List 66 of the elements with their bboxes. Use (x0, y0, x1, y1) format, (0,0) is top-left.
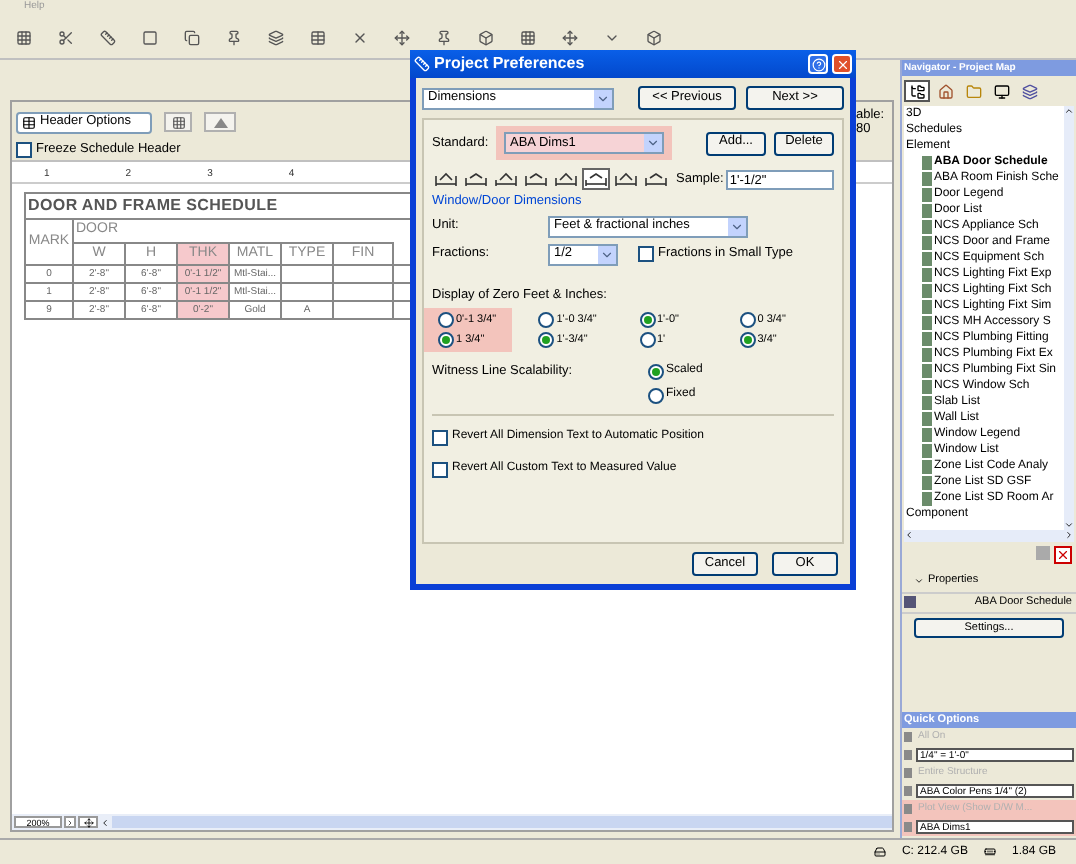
help-icon (811, 57, 825, 71)
radio-button[interactable] (538, 331, 555, 348)
scroll-left-icon[interactable] (904, 530, 914, 540)
dimension-style-icon[interactable] (552, 168, 580, 190)
tool-icon[interactable] (268, 29, 284, 45)
radio-button[interactable] (648, 363, 664, 379)
checkbox[interactable] (638, 246, 654, 263)
scroll-up-icon[interactable] (1064, 106, 1074, 116)
tool-icon[interactable] (184, 29, 200, 45)
scroll-left-icon[interactable] (100, 817, 110, 827)
scroll-right-icon[interactable] (1064, 530, 1074, 540)
dimension-style-icon[interactable] (492, 168, 520, 190)
checkbox[interactable] (432, 429, 448, 445)
tool-icon[interactable] (16, 29, 32, 45)
dimension-style-icon[interactable] (642, 168, 670, 190)
horizontal-scrollbar[interactable] (904, 530, 1074, 542)
monitor-icon[interactable] (990, 80, 1014, 102)
tool-icon[interactable] (562, 29, 578, 45)
tool-icon[interactable] (394, 29, 410, 45)
disk-icon (873, 846, 886, 858)
tool-icon[interactable] (520, 29, 536, 45)
radio-button[interactable] (648, 387, 664, 403)
dimension-style-icon[interactable] (582, 168, 610, 190)
play-icon[interactable] (64, 816, 76, 828)
house-icon[interactable] (934, 80, 958, 102)
radio-button[interactable] (438, 331, 454, 348)
vertical-scrollbar[interactable] (1064, 106, 1074, 530)
tool-icon[interactable] (58, 29, 74, 45)
memory-icon (983, 846, 996, 858)
radio-button[interactable] (739, 311, 756, 328)
tool-icon[interactable] (142, 29, 158, 45)
fit-width-icon[interactable] (78, 816, 98, 828)
layers-icon[interactable] (1018, 80, 1042, 102)
dialog-title: Project Preferences (434, 52, 585, 76)
table-icon (22, 115, 36, 129)
radio-button[interactable] (538, 311, 555, 328)
checkbox[interactable] (432, 461, 448, 477)
tool-icon[interactable] (646, 29, 662, 45)
grid-select-icon[interactable] (164, 112, 192, 132)
tool-icon[interactable] (436, 29, 452, 45)
checkbox[interactable] (16, 141, 32, 158)
tool-icon[interactable] (478, 29, 494, 45)
tool-icon[interactable] (310, 29, 326, 45)
help-button[interactable] (808, 54, 828, 74)
collapse-icon[interactable] (914, 575, 924, 586)
scroll-down-icon[interactable] (1064, 520, 1074, 530)
tool-icon[interactable] (100, 29, 116, 45)
project-map-icon[interactable] (904, 80, 930, 102)
schedule-icon (904, 596, 916, 609)
tool-icon[interactable] (226, 29, 242, 45)
radio-button[interactable] (438, 311, 454, 328)
close-icon (835, 57, 849, 71)
radio-button[interactable] (739, 331, 756, 348)
dropdown-arrow-icon (594, 89, 612, 107)
horizontal-scrollbar[interactable] (112, 816, 892, 828)
dimension-style-icon[interactable] (612, 168, 640, 190)
radio-button[interactable] (639, 331, 655, 348)
close-icon (1056, 548, 1070, 562)
dimension-style-icon[interactable] (522, 168, 550, 190)
close-button[interactable] (1054, 546, 1072, 564)
dropdown-arrow-icon (644, 134, 662, 152)
radio-button[interactable] (639, 311, 655, 328)
app-icon (414, 56, 430, 72)
dimension-style-icon[interactable] (432, 168, 460, 190)
tool-icon[interactable] (352, 29, 368, 45)
dimension-style-icon[interactable] (462, 168, 490, 190)
